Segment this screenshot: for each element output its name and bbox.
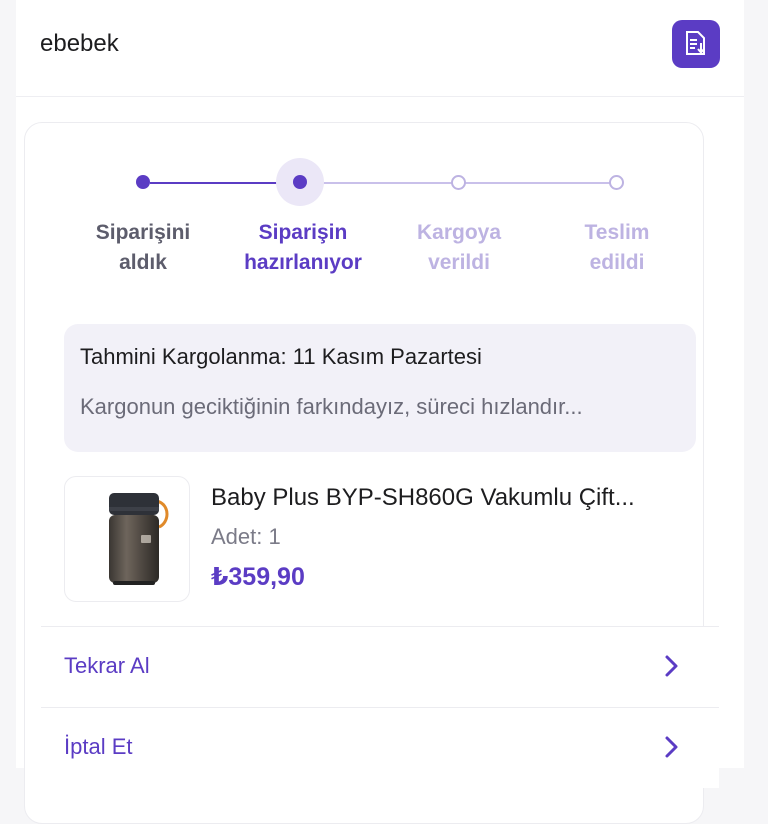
store-name: ebebek	[40, 30, 119, 57]
step-label-line: Siparişin	[258, 221, 348, 244]
step-label-preparing: Siparişin hazırlanıyor	[218, 218, 388, 278]
step-label-line: aldık	[119, 251, 167, 274]
step-label-line: edildi	[589, 251, 645, 274]
product-name[interactable]: Baby Plus BYP-SH860G Vakumlu Çift...	[211, 484, 686, 512]
shipping-estimate-box: Tahmini Kargolanma: 11 Kasım Pazartesi K…	[64, 324, 696, 452]
invoice-button[interactable]	[672, 20, 720, 68]
step-label-line: Teslim	[584, 221, 650, 244]
step-dot-3	[451, 175, 466, 190]
reorder-label: Tekrar Al	[64, 653, 150, 678]
shipping-estimate: Tahmini Kargolanma: 11 Kasım Pazartesi	[80, 344, 482, 369]
thermos-image	[109, 493, 169, 585]
cancel-order-label: İptal Et	[64, 734, 133, 759]
product-thumbnail[interactable]	[64, 476, 190, 602]
step-dot-2	[293, 175, 307, 189]
reorder-row[interactable]: Tekrar Al	[41, 626, 719, 707]
step-dot-4	[609, 175, 624, 190]
chevron-right-icon	[665, 736, 678, 758]
step-label-received: Siparişini aldık	[58, 218, 228, 278]
document-icon	[686, 31, 705, 55]
app-header: ebebek	[16, 0, 744, 97]
chevron-right-icon	[665, 655, 678, 677]
step-label-line: Siparişini	[95, 221, 191, 244]
step-label-line: hazırlanıyor	[244, 251, 362, 274]
cancel-order-row[interactable]: İptal Et	[41, 707, 719, 788]
step-label-line: verildi	[428, 251, 490, 274]
delay-notice[interactable]: Kargonun geciktiğinin farkındayız, sürec…	[80, 394, 680, 420]
stepper-track-3	[459, 182, 617, 184]
product-quantity: Adet: 1	[211, 524, 281, 549]
product-price: ₺359,90	[211, 563, 305, 591]
step-label-shipped: Kargoya verildi	[374, 218, 544, 278]
step-dot-1	[136, 175, 150, 189]
step-label-delivered: Teslim edildi	[532, 218, 702, 278]
step-label-line: Kargoya	[416, 221, 502, 244]
